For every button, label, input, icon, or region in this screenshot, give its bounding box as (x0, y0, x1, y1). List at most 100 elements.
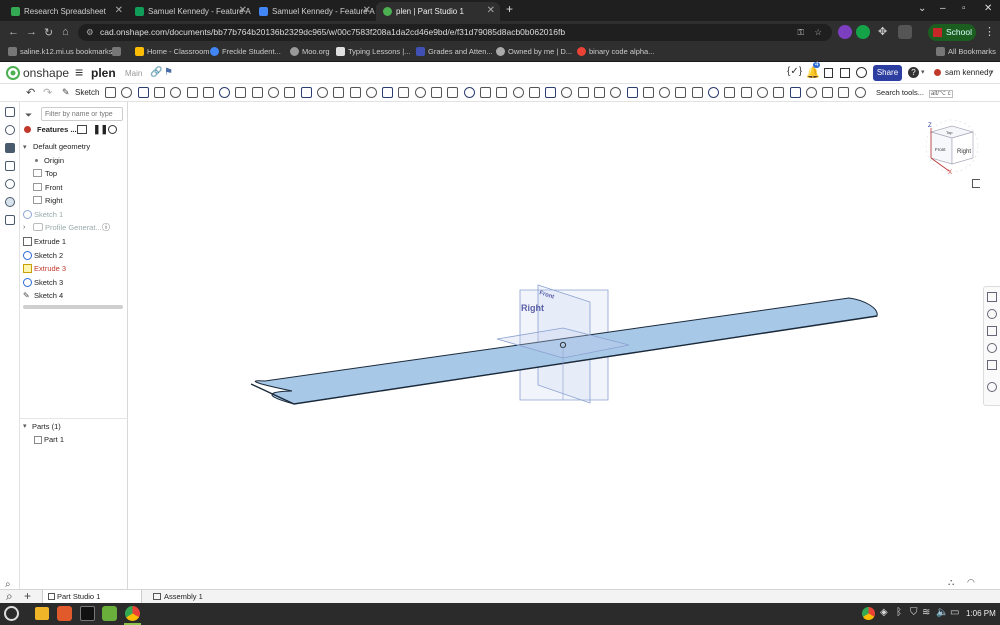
sheet-metal-icon[interactable] (692, 87, 703, 98)
enclose-tool-icon[interactable] (187, 87, 198, 98)
cube-top-face[interactable]: Top (946, 130, 953, 135)
offset-surface-icon[interactable] (464, 87, 475, 98)
frame-tool-icon[interactable] (594, 87, 605, 98)
bill-of-materials-icon[interactable] (5, 215, 15, 225)
bridging-curve-icon[interactable] (545, 87, 556, 98)
update-icon[interactable]: ◈ (880, 607, 888, 618)
parts-header[interactable]: Parts (1) (32, 422, 61, 431)
rail-search-bottom-icon[interactable]: ⌕ (6, 589, 13, 604)
bookmark-item[interactable]: Owned by me | D... (496, 47, 572, 56)
tab-search-icon[interactable]: ⌄ (918, 3, 926, 14)
shield-tray-icon[interactable]: ⛉ (910, 607, 918, 618)
apps-icon[interactable] (840, 68, 850, 78)
folder-add-icon[interactable] (77, 125, 87, 134)
section-view-icon[interactable]: ⛬ (948, 577, 954, 588)
chamfer-tool-icon[interactable] (219, 87, 230, 98)
design-check-icon[interactable] (987, 382, 997, 392)
rollback-timer-icon[interactable] (108, 125, 117, 134)
user-avatar-icon[interactable] (934, 69, 941, 76)
reload-icon[interactable]: ↻ (44, 26, 53, 39)
maximize-button[interactable]: ▫ (962, 3, 966, 14)
url-bar[interactable]: ⚙ cad.onshape.com/documents/bb77b764b201… (78, 24, 832, 41)
bookmark-item[interactable]: saline.k12.mi.us bookmarks (8, 47, 113, 56)
wrap-tool-icon[interactable] (301, 87, 312, 98)
model-canvas[interactable]: Right Front (129, 102, 980, 589)
chrome-tray-icon[interactable] (862, 607, 875, 620)
close-icon[interactable]: ✕ (239, 5, 247, 16)
rib-tool-icon[interactable] (252, 87, 263, 98)
tab-part-studio-1[interactable]: Part Studio 1 (42, 590, 142, 604)
part-item[interactable]: Part 1 (44, 435, 64, 444)
fit-spline-icon[interactable] (529, 87, 540, 98)
comments-icon[interactable] (5, 143, 15, 153)
home-icon[interactable]: ⌂ (62, 26, 69, 38)
shell-tool-icon[interactable] (268, 87, 279, 98)
bookmark-star-icon[interactable]: ☆ (814, 24, 822, 41)
user-menu-chevron-icon[interactable]: ▾ (990, 68, 994, 76)
info-icon[interactable]: ⓘ (102, 222, 110, 233)
mate-connector-icon[interactable] (496, 87, 507, 98)
password-key-icon[interactable]: ⚿ (798, 24, 804, 41)
forward-icon[interactable]: → (26, 26, 37, 38)
all-bookmarks[interactable]: All Bookmarks (936, 47, 996, 56)
variable-tool-icon[interactable] (675, 87, 686, 98)
bookmark-item[interactable]: Typing Lessons |... (336, 47, 410, 56)
chevron-down-icon[interactable]: ▾ (23, 143, 27, 151)
chevron-right-icon[interactable]: › (23, 224, 25, 231)
undo-icon[interactable]: ↶ (26, 86, 35, 99)
helix-tool-icon[interactable] (513, 87, 524, 98)
flange-tool-icon[interactable] (708, 87, 719, 98)
feature-script-icon[interactable] (987, 360, 997, 370)
files-icon[interactable] (35, 607, 49, 620)
modify-fillet-icon[interactable] (415, 87, 426, 98)
variables-panel-icon[interactable] (987, 326, 997, 336)
form-tool-icon[interactable] (757, 87, 768, 98)
browser-tab-research[interactable]: Research Spreadsheet ✕ (4, 2, 128, 21)
trim-tool-icon[interactable] (610, 87, 621, 98)
search-tools-input[interactable]: Search tools... alt/⌥ c (876, 86, 958, 100)
grammarly-icon[interactable] (856, 25, 870, 39)
boolean-tool-icon[interactable] (350, 87, 361, 98)
rollback-bar[interactable] (23, 305, 123, 309)
appearance-icon[interactable] (5, 161, 15, 171)
user-name[interactable]: sam kennedy (945, 68, 993, 77)
transform-tool-icon[interactable] (382, 87, 393, 98)
linux-mint-menu-icon[interactable] (4, 606, 19, 621)
pattern-tool-icon[interactable] (317, 87, 328, 98)
projected-curve-icon[interactable] (578, 87, 589, 98)
bookmark-item[interactable]: Home - Classroom (135, 47, 210, 56)
cube-right-face[interactable]: Right (957, 149, 971, 155)
bend-tool-icon[interactable] (741, 87, 752, 98)
browser-tab-feature-a-2[interactable]: Samuel Kennedy - Feature A ✕ (252, 2, 376, 21)
sidepanel-icon[interactable] (898, 25, 912, 39)
add-tab-button[interactable]: + (24, 589, 31, 603)
tab-tool-icon[interactable] (724, 87, 735, 98)
draft-tool-icon[interactable] (235, 87, 246, 98)
appearance-panel-icon[interactable] (987, 292, 997, 302)
mint-install-icon[interactable] (102, 606, 117, 621)
delete-part-icon[interactable] (398, 87, 409, 98)
terminal-icon[interactable] (80, 606, 95, 621)
section-part-icon[interactable] (855, 87, 866, 98)
boundary-icon[interactable] (822, 87, 833, 98)
chevron-down-icon[interactable]: ▾ (921, 68, 925, 76)
sweep-tool-icon[interactable] (138, 87, 149, 98)
tab-assembly-1[interactable]: Assembly 1 (150, 590, 230, 604)
firefox-icon[interactable] (57, 606, 72, 621)
browser-tab-plen[interactable]: plen | Part Studio 1 ✕ (376, 2, 500, 21)
onshape-logo-text[interactable]: onshape (23, 66, 69, 80)
back-icon[interactable]: ← (8, 26, 19, 38)
feature-list-icon[interactable] (5, 107, 15, 117)
redo-icon[interactable]: ↷ (43, 86, 52, 99)
document-icon[interactable] (824, 68, 833, 78)
battery-icon[interactable]: ▭ (950, 607, 959, 618)
share-button[interactable]: Share (873, 65, 902, 81)
bluetooth-icon[interactable]: ᛒ (896, 607, 902, 618)
cube-front-face[interactable]: Front (935, 147, 946, 152)
puzzle-icon[interactable]: ✥ (878, 25, 887, 38)
minimize-button[interactable]: – (940, 3, 946, 14)
filter-input[interactable] (41, 107, 123, 121)
link-icon[interactable]: 🔗 (150, 67, 162, 78)
bookmark-item[interactable]: Moo.org (290, 47, 330, 56)
browser-tab-feature-a-1[interactable]: Samuel Kennedy - Feature A ✕ (128, 2, 252, 21)
